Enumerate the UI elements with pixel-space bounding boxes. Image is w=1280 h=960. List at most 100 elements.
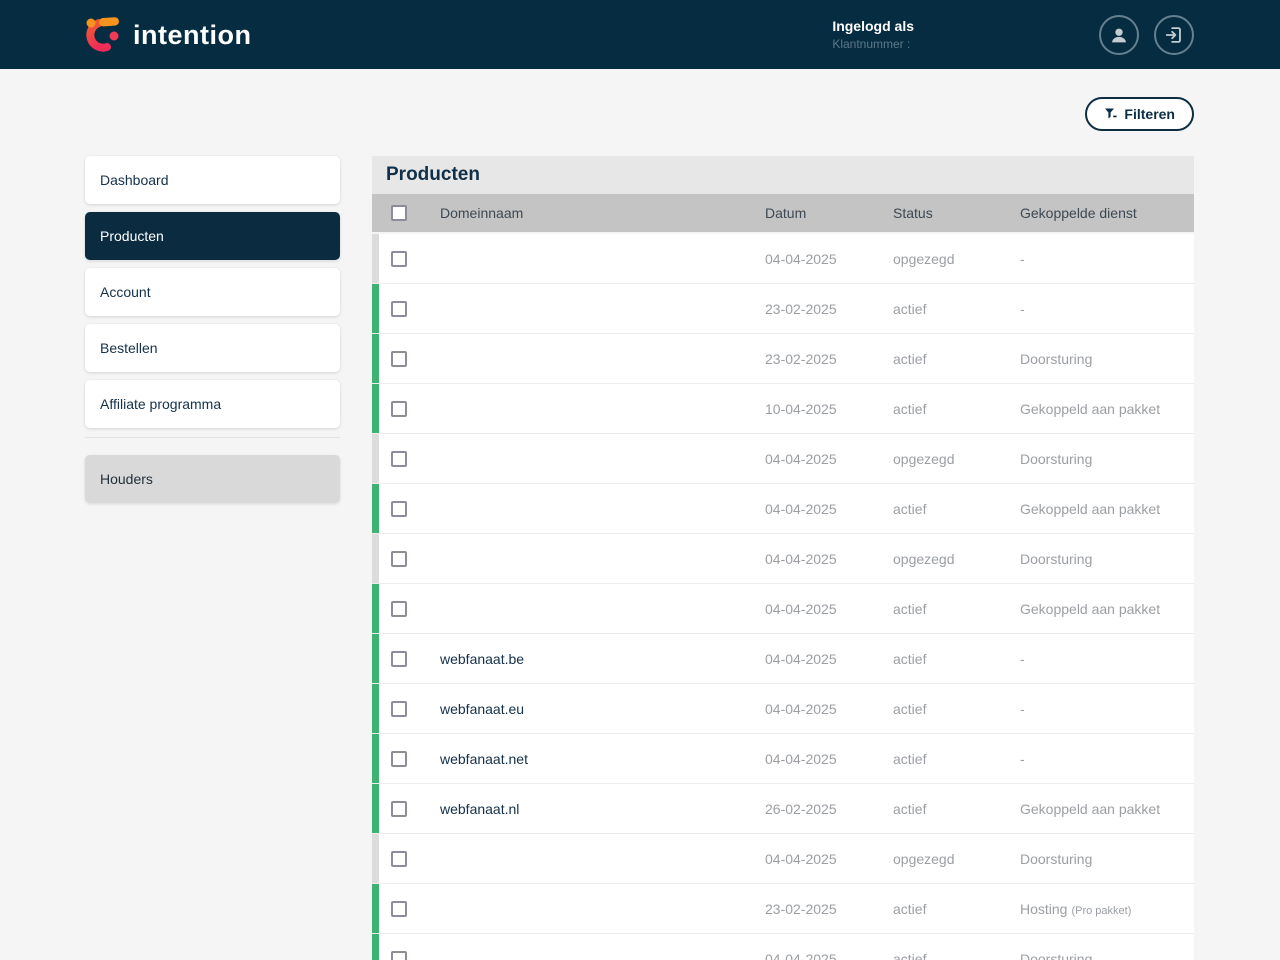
table-row[interactable]: webfanaat.nl 26-02-2025 actief Gekoppeld aa… [372,784,1194,834]
row-status-indicator [372,234,379,283]
row-checkbox[interactable] [391,300,407,317]
row-status-indicator [372,584,379,633]
row-checkbox-cell [372,450,440,467]
row-status-indicator [372,734,379,783]
row-checkbox[interactable] [391,700,407,717]
domain-link[interactable]: webfanaat.net [440,751,528,767]
row-checkbox[interactable] [391,550,407,567]
table-row[interactable]: 04-04-2025 actief Doorsturing [372,934,1194,960]
filter-button[interactable]: Filteren [1085,96,1194,131]
select-all-checkbox[interactable] [391,205,407,221]
sidebar-item-label: Houders [100,471,153,487]
table-row[interactable]: 04-04-2025 opgezegd - [372,234,1194,284]
row-date-cell: 23-02-2025 [765,350,837,367]
row-date-cell: 23-02-2025 [765,900,837,917]
row-service-cell: - [1020,300,1025,317]
row-checkbox[interactable] [391,350,407,367]
domain-link[interactable]: webfanaat.be [440,651,524,667]
row-service-cell: Doorsturing [1020,450,1093,467]
row-checkbox-cell [372,550,440,567]
row-status-indicator [372,684,379,733]
row-status-cell: opgezegd [893,250,955,267]
sidebar-item-affiliate-programma[interactable]: Affiliate programma [85,380,340,428]
row-date-cell: 04-04-2025 [765,250,837,267]
row-status-cell: actief [893,750,927,767]
row-status-indicator [372,834,379,883]
row-date-cell: 10-04-2025 [765,400,837,417]
table-row[interactable]: webfanaat.net 04-04-2025 actief - [372,734,1194,784]
sidebar-item-dashboard[interactable]: Dashboard [85,156,340,204]
table-row[interactable]: 04-04-2025 actief Gekoppeld aan pakket [372,484,1194,534]
row-status-indicator [372,884,379,933]
brand-mark-icon [86,16,119,52]
row-checkbox[interactable] [391,650,407,667]
row-service-cell: Doorsturing [1020,850,1093,867]
row-checkbox[interactable] [391,250,407,267]
row-domain-cell: webfanaat.eu [440,701,765,717]
row-checkbox[interactable] [391,850,407,867]
sidebar-primary-items: Dashboard Producten Account Bestellen Affili… [85,156,340,428]
row-domain-cell: webfanaat.be [440,651,765,667]
row-checkbox[interactable] [391,800,407,817]
products-panel: Producten Domeinnaam Datum Status Gekopp… [372,156,1194,960]
table-row[interactable]: 04-04-2025 actief Gekoppeld aan pakket [372,584,1194,634]
domain-link[interactable]: webfanaat.eu [440,701,524,717]
row-status-cell: actief [893,600,927,617]
row-service-cell: Hosting (Pro pakket) [1020,900,1132,917]
row-date-cell: 23-02-2025 [765,300,837,317]
row-service-cell: Gekoppeld aan pakket [1020,800,1161,817]
table-row[interactable]: webfanaat.eu 04-04-2025 actief - [372,684,1194,734]
row-status-indicator [372,934,379,960]
row-checkbox-cell [372,750,440,767]
column-header-datum: Datum [765,205,807,221]
column-header-domeinnaam: Domeinnaam [440,205,524,221]
row-status-indicator [372,284,379,333]
row-checkbox[interactable] [391,750,407,767]
table-rows: 04-04-2025 opgezegd -23-02-2025 actief -23-0… [372,234,1194,960]
domain-link[interactable]: webfanaat.nl [440,801,519,817]
row-service-cell: Doorsturing [1020,950,1093,960]
row-service-cell: Gekoppeld aan pakket [1020,500,1161,517]
table-row[interactable]: 04-04-2025 opgezegd Doorsturing [372,534,1194,584]
sidebar-secondary-items: Houders [85,455,340,503]
row-checkbox[interactable] [391,450,407,467]
row-checkbox[interactable] [391,600,407,617]
sidebar-item-label: Account [100,284,151,300]
sidebar-item-bestellen[interactable]: Bestellen [85,324,340,372]
sidebar-item-producten[interactable]: Producten [85,212,340,260]
row-date-cell: 04-04-2025 [765,550,837,567]
row-checkbox[interactable] [391,900,407,917]
row-status-cell: opgezegd [893,550,955,567]
row-status-indicator [372,634,379,683]
row-date-cell: 26-02-2025 [765,800,837,817]
panel-title: Producten [372,156,1194,194]
row-checkbox[interactable] [391,950,407,960]
brand-logo[interactable]: intention [85,15,251,55]
row-checkbox[interactable] [391,400,407,417]
row-checkbox-cell [372,600,440,617]
table-row[interactable]: 23-02-2025 actief - [372,284,1194,334]
row-status-cell: actief [893,300,927,317]
table-row[interactable]: 04-04-2025 opgezegd Doorsturing [372,834,1194,884]
table-row[interactable]: 10-04-2025 actief Gekoppeld aan pakket [372,384,1194,434]
row-checkbox-cell [372,950,440,960]
logout-button[interactable] [1154,14,1194,55]
account-button[interactable] [1099,14,1139,55]
table-row[interactable]: 23-02-2025 actief Hosting (Pro pakket) [372,884,1194,934]
logged-in-as-label: Ingelogd als [832,18,914,34]
sidebar-item-account[interactable]: Account [85,268,340,316]
main-content: Filteren Dashboard Producten Account Bestel… [0,69,1280,960]
row-status-cell: actief [893,650,927,667]
row-checkbox-cell [372,300,440,317]
sidebar-item-houders[interactable]: Houders [85,455,340,503]
table-row[interactable]: 23-02-2025 actief Doorsturing [372,334,1194,384]
row-service-cell: - [1020,650,1025,667]
top-bar: intention Ingelogd als Klantnummer : [0,0,1280,69]
row-checkbox[interactable] [391,500,407,517]
filter-button-label: Filteren [1124,105,1175,122]
table-row[interactable]: 04-04-2025 opgezegd Doorsturing [372,434,1194,484]
row-service-cell: - [1020,250,1025,267]
row-date-cell: 04-04-2025 [765,500,837,517]
row-checkbox-cell [372,350,440,367]
table-row[interactable]: webfanaat.be 04-04-2025 actief - [372,634,1194,684]
